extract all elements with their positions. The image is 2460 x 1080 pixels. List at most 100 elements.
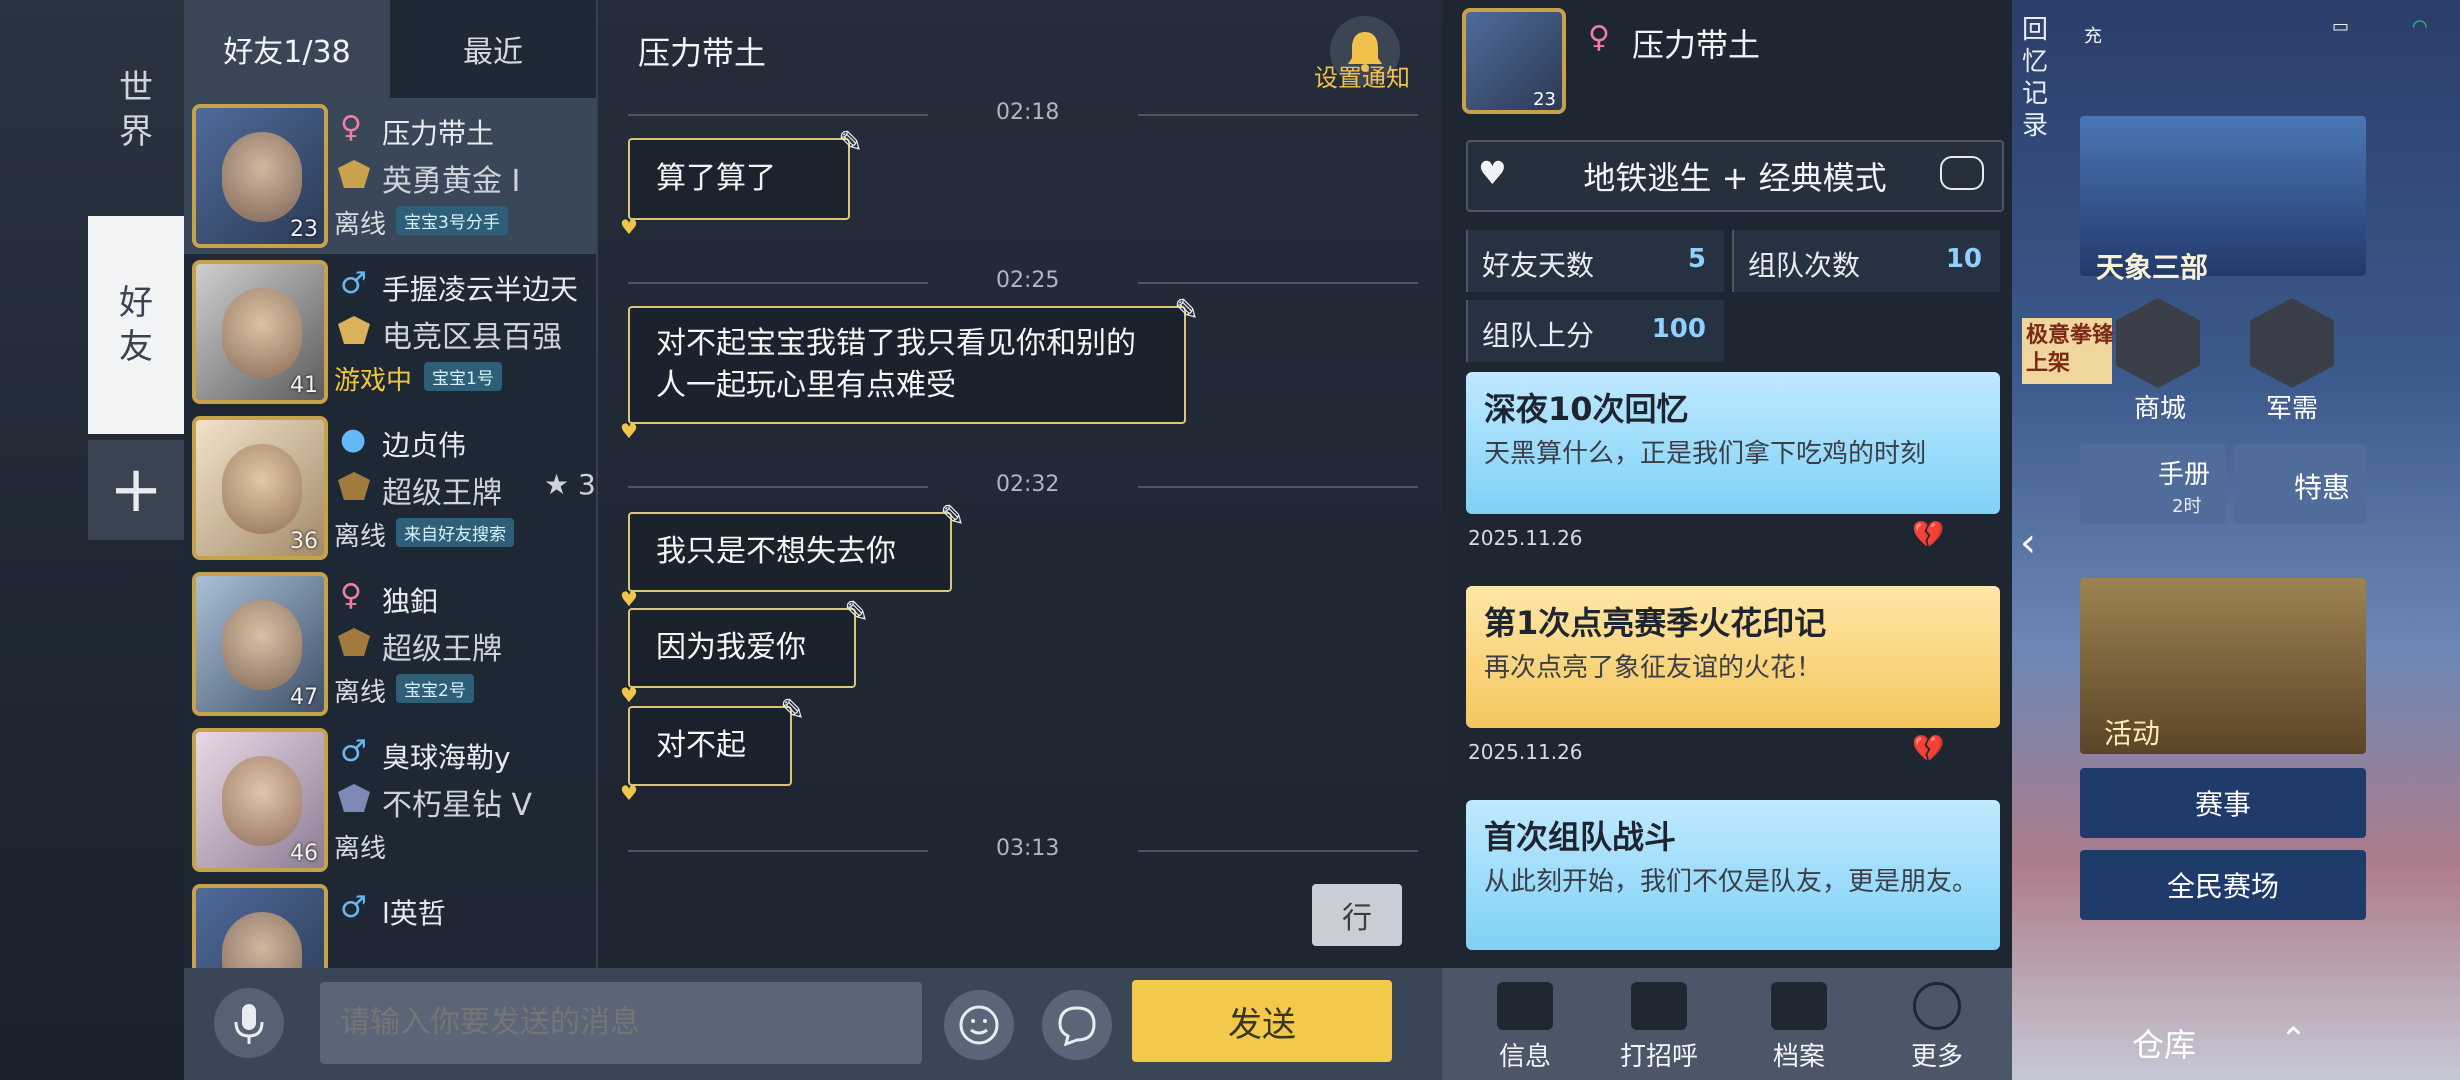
- divider: [1138, 850, 1418, 852]
- chevron-up-icon[interactable]: ⌃: [2280, 1020, 2307, 1058]
- esports-button[interactable]: 赛事: [2080, 768, 2366, 838]
- add-friend-button[interactable]: +: [88, 440, 184, 540]
- avatar: 46: [192, 728, 328, 872]
- quick-reply-chip[interactable]: 行: [1312, 884, 1402, 946]
- tab-friends-label: 好 友: [119, 283, 153, 367]
- stat-friend-days: 好友天数 5: [1466, 230, 1724, 292]
- message-text: 因为我爱你: [656, 630, 806, 665]
- info-button[interactable]: 信息: [1470, 982, 1580, 1074]
- avatar: 23: [192, 104, 328, 248]
- friend-name: 压力带土: [382, 117, 495, 150]
- stat-value: 5: [1687, 244, 1706, 274]
- timestamp: 03:13: [996, 836, 1060, 861]
- supply-icon[interactable]: [2250, 298, 2334, 388]
- archive-button[interactable]: 档案: [1744, 982, 1854, 1074]
- profile-avatar[interactable]: 23: [1462, 8, 1566, 114]
- memory-card[interactable]: 首次组队战斗 从此刻开始，我们不仅是队友，更是朋友。: [1466, 800, 2000, 950]
- esports-label: 赛事: [2194, 788, 2251, 821]
- stat-value: 10: [1945, 244, 1982, 274]
- handbook-label: 手册: [2158, 460, 2211, 490]
- wing-icon: ✎: [838, 125, 864, 160]
- microphone-icon[interactable]: [214, 988, 284, 1058]
- card-desc: 天黑算什么，正是我们拿下吃鸡的时刻: [1484, 439, 1927, 469]
- warehouse-button[interactable]: 仓库: [2132, 1020, 2196, 1066]
- memory-record-label[interactable]: 回 忆 记 录: [2022, 14, 2056, 142]
- gender-icon: ♀: [1588, 20, 1610, 55]
- friend-name: l英哲: [382, 897, 446, 930]
- message-bubble[interactable]: 因为我爱你 ✎ ♥: [620, 595, 869, 707]
- send-button[interactable]: 发送: [1132, 980, 1392, 1062]
- handbook-button[interactable]: 手册 2时: [2080, 444, 2226, 524]
- message-bubble[interactable]: 对不起宝宝我错了我只看见你和别的人一起玩心里有点难受 ✎ ♥: [620, 293, 1199, 443]
- rank-icon: [338, 316, 370, 344]
- tab-recent[interactable]: 最近: [390, 0, 596, 98]
- memory-card[interactable]: 深夜10次回忆 天黑算什么，正是我们拿下吃鸡的时刻: [1466, 372, 2000, 514]
- chat-panel: 压力带土 设置通知 02:18 算了算了 ✎ ♥ 02:25 对不起宝宝我错了我…: [596, 0, 1444, 968]
- more-button[interactable]: 更多: [1882, 982, 1992, 1074]
- heart-icon: ♥: [620, 587, 638, 611]
- tab-world-label: 世 界: [119, 68, 153, 152]
- friend-item[interactable]: 23 ♀ 压力带土 英勇黄金 I 离线 宝宝3号分手: [184, 98, 596, 254]
- friend-status: 离线: [334, 522, 387, 552]
- stat-label: 组队上分: [1482, 319, 1595, 352]
- deal-button[interactable]: 特惠: [2234, 444, 2366, 524]
- handbook-time: 2时: [2172, 496, 2202, 517]
- id-card-icon: [1497, 982, 1553, 1030]
- tab-friends-list[interactable]: 好友1/38: [184, 0, 390, 98]
- mic-glyph: [234, 1004, 264, 1044]
- banner-title: 天象三部: [2096, 251, 2209, 284]
- friend-name: 手握凌云半边天: [382, 273, 579, 306]
- friend-item[interactable]: 47 ♀ 独鈤 超级王牌 离线 宝宝2号: [184, 566, 596, 722]
- friend-tag: 来自好友搜索: [396, 518, 514, 547]
- message-text: 我只是不想失去你: [656, 534, 896, 569]
- arena-button[interactable]: 全民赛场: [2080, 850, 2366, 920]
- greet-button[interactable]: 打招呼: [1604, 982, 1714, 1074]
- heart-icon: ♥: [1478, 154, 1507, 192]
- vertical-tabs: 世 界 好 友 +: [88, 0, 184, 1080]
- message-bubble[interactable]: 我只是不想失去你 ✎ ♥: [620, 499, 965, 611]
- friend-name: 臭球海勒y: [382, 741, 511, 774]
- promo-tag[interactable]: 极意拳锋 上架: [2022, 318, 2114, 384]
- avatar: 41: [192, 260, 328, 404]
- divider: [628, 486, 928, 488]
- friend-status: 游戏中: [334, 366, 413, 396]
- friend-item[interactable]: 41 ♂ 手握凌云半边天 电竞区县百强 游戏中 宝宝1号: [184, 254, 596, 410]
- memory-card[interactable]: 第1次点亮赛季火花印记 再次点亮了象征友谊的火花！: [1466, 586, 2000, 728]
- friend-rank: 超级王牌: [382, 476, 502, 511]
- speech-bubble-icon[interactable]: [1042, 990, 1112, 1060]
- divider: [1138, 114, 1418, 116]
- rank-icon: [338, 160, 370, 188]
- friend-item[interactable]: 46 ♂ 臭球海勒y 不朽星钻 V 离线: [184, 722, 596, 878]
- shop-label: 商城: [2133, 394, 2186, 424]
- tab-world[interactable]: 世 界: [88, 50, 184, 170]
- divider: [628, 282, 928, 284]
- card-desc: 再次点亮了象征友谊的火花！: [1484, 653, 1823, 683]
- message-bubble[interactable]: 对不起 ✎ ♥: [620, 693, 805, 805]
- chevron-left-icon[interactable]: ‹: [2020, 520, 2048, 570]
- tab-friends[interactable]: 好 友: [88, 216, 184, 434]
- avatar: 47: [192, 572, 328, 716]
- card-desc: 从此刻开始，我们不仅是队友，更是朋友。: [1484, 867, 1979, 897]
- friend-item[interactable]: 36 ● 边贞伟 超级王牌 ★ 3 离线 来自好友搜索: [184, 410, 596, 566]
- shop-icon[interactable]: [2116, 298, 2200, 388]
- notify-settings-label[interactable]: 设置通知: [1314, 58, 1410, 93]
- friend-status: 离线: [334, 834, 387, 864]
- wifi-icon: ◠: [2412, 16, 2428, 37]
- friend-item[interactable]: ♂ l英哲: [184, 878, 596, 968]
- level-badge: 23: [1533, 89, 1556, 110]
- archive-label: 档案: [1772, 1042, 1825, 1072]
- stat-team-count: 组队次数 10: [1732, 230, 2000, 292]
- message-bubble[interactable]: 算了算了 ✎ ♥: [620, 125, 863, 239]
- activity-label: 活动: [2104, 717, 2161, 750]
- card-title: 首次组队战斗: [1484, 818, 1677, 856]
- divider: [628, 114, 928, 116]
- emoji-icon[interactable]: [944, 990, 1014, 1060]
- recharge-label: 充: [2084, 26, 2102, 47]
- message-input[interactable]: [320, 982, 922, 1064]
- card-title: 第1次点亮赛季火花印记: [1484, 604, 1827, 642]
- friend-tag: 宝宝3号分手: [396, 206, 508, 235]
- profile-icon: ●: [340, 422, 367, 457]
- stat-team-score: 组队上分 100: [1466, 300, 1724, 362]
- friend-name: 独鈤: [382, 585, 439, 618]
- avatar: [192, 884, 328, 968]
